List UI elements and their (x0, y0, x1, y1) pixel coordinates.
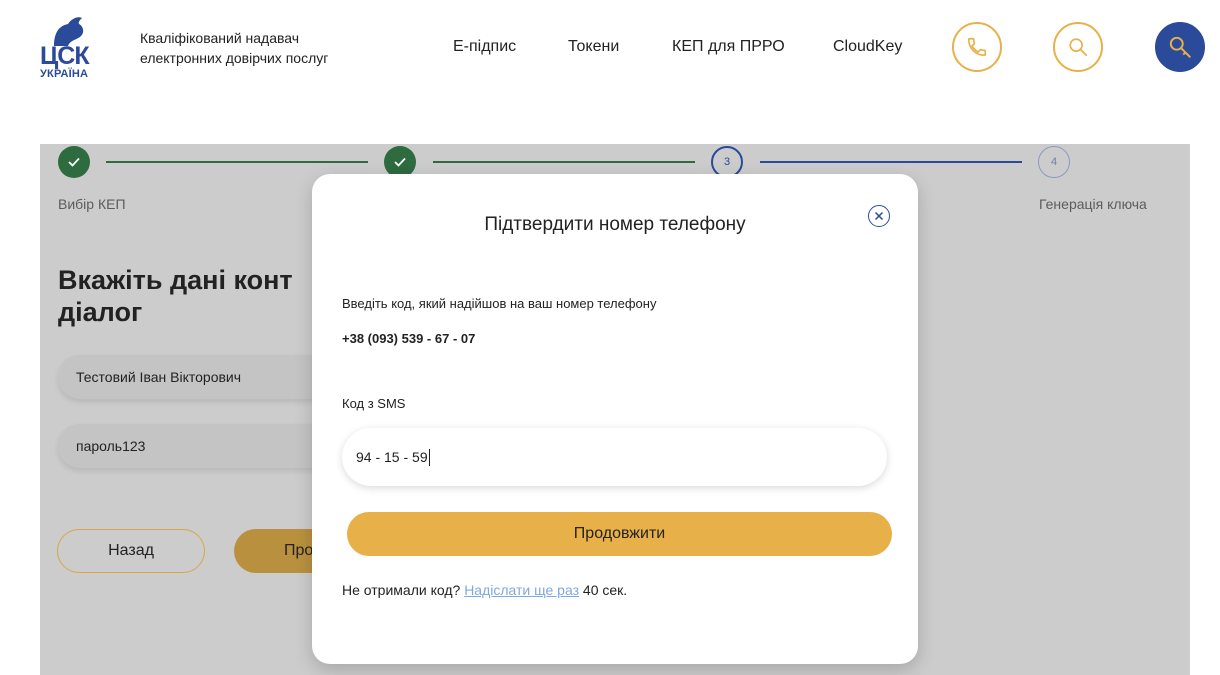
search-icon (1069, 38, 1088, 57)
site-logo[interactable]: ЦСК УКРАЇНА (38, 14, 94, 80)
resend-link[interactable]: Надіслати ще раз (464, 582, 579, 598)
resend-prefix: Не отримали код? (342, 582, 461, 598)
search-button[interactable] (1053, 22, 1103, 72)
step-4-todo: 4 (1038, 146, 1070, 178)
phone-icon (967, 37, 987, 57)
nav-cloudkey[interactable]: CloudKey (833, 38, 902, 56)
check-icon (68, 157, 80, 167)
nav-e-signature[interactable]: Е-підпис (453, 38, 516, 56)
step-1-label: Вибір КЕП (58, 196, 126, 212)
resend-timer: 40 сек. (582, 582, 628, 598)
continue-button[interactable]: Продовжити (347, 512, 892, 556)
code-instruction: Введіть код, який надійшов на ваш номер … (342, 296, 657, 311)
step-1-done (58, 146, 90, 178)
phone-number: +38 (093) 539 - 67 - 07 (342, 331, 476, 346)
modal-title: Підтвердити номер телефону (484, 214, 746, 235)
step-connector (433, 161, 695, 163)
sms-code-value: 94 - 15 - 59 (356, 449, 428, 465)
phone-confirm-modal: Підтвердити номер телефону Введіть код, … (312, 174, 918, 664)
sms-code-input[interactable]: 94 - 15 - 59 (342, 428, 887, 486)
logo-subtext: УКРАЇНА (40, 68, 89, 80)
sms-code-label: Код з SMS (342, 396, 406, 411)
account-key-button[interactable] (1155, 22, 1205, 72)
nav-kep-prro[interactable]: КЕП для ПРРО (672, 38, 785, 56)
resend-row: Не отримали код? Надіслати ще раз 40 сек… (342, 582, 627, 598)
text-caret (428, 448, 430, 466)
close-icon (874, 211, 884, 221)
key-icon (1169, 36, 1191, 58)
nav-tokens[interactable]: Токени (568, 38, 619, 56)
logo-text: ЦСК (40, 42, 90, 70)
tagline: Кваліфікований надавач електронних довір… (140, 30, 329, 66)
step-connector (106, 161, 368, 163)
close-button[interactable] (868, 205, 890, 227)
site-header: ЦСК УКРАЇНА Кваліфікований надавач елект… (0, 0, 1220, 100)
step-connector (760, 161, 1022, 163)
phone-button[interactable] (952, 22, 1002, 72)
check-icon (394, 157, 406, 167)
step-4-label: Генерація ключа (1039, 196, 1147, 212)
back-button[interactable]: Назад (57, 529, 205, 573)
